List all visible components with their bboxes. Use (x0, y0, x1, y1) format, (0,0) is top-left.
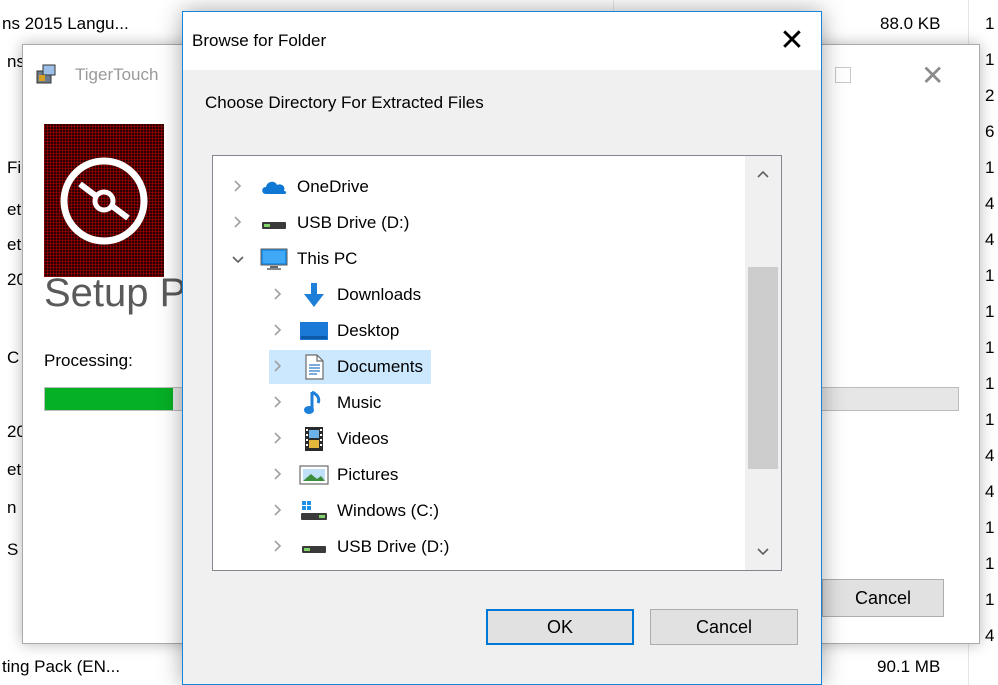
tree-item-label: Desktop (337, 321, 400, 340)
background-digit: 4 (985, 626, 995, 645)
chevron-right-icon[interactable] (269, 431, 287, 447)
background-digit: 1 (985, 302, 995, 321)
usb-drive-icon (299, 535, 329, 559)
music-icon (299, 390, 329, 415)
file-name-bottom: ting Pack (EN... (2, 657, 121, 676)
setup-window-title: TigerTouch (75, 65, 159, 84)
background-digit: 1 (985, 338, 995, 357)
chevron-right-icon[interactable] (269, 395, 287, 411)
this-pc-icon (259, 247, 289, 271)
tree-item-label: USB Drive (D:) (337, 537, 450, 556)
onedrive-icon (259, 175, 289, 199)
tree-item-label: Pictures (337, 465, 399, 484)
vertical-scrollbar[interactable] (745, 156, 781, 570)
background-digit: 6 (985, 122, 995, 141)
background-digit: 1 (985, 374, 995, 393)
tree-item-label: Windows (C:) (337, 501, 440, 520)
tree-item[interactable]: Music (269, 386, 389, 420)
browse-for-folder-dialog: Browse for Folder ✕ Choose Directory For… (182, 11, 822, 685)
close-icon[interactable]: ✕ (773, 22, 811, 60)
background-digit: 1 (985, 158, 995, 177)
file-name-top: ns 2015 Langu... (2, 14, 129, 33)
chevron-right-icon[interactable] (269, 467, 287, 483)
ok-button[interactable]: OK (486, 609, 634, 645)
tree-item-label: This PC (297, 249, 358, 268)
disc-icon (60, 157, 148, 245)
background-digit: 2 (985, 86, 995, 105)
documents-icon (299, 354, 329, 380)
file-size-top: 88.0 KB (880, 14, 941, 33)
tree-item[interactable]: Videos (269, 422, 397, 456)
chevron-right-icon[interactable] (269, 323, 287, 339)
tree-item[interactable]: OneDrive (229, 170, 377, 204)
background-text-fragment: et (7, 200, 22, 219)
background-text-fragment: et (7, 235, 22, 254)
tree-item-label: USB Drive (D:) (297, 213, 410, 232)
background-digit: 4 (985, 482, 995, 501)
maximize-icon[interactable] (835, 67, 851, 83)
tree-item-label: Documents (337, 357, 423, 376)
background-digit: 4 (985, 194, 995, 213)
background-digit: 1 (985, 410, 995, 429)
desktop-icon (299, 319, 329, 343)
chevron-right-icon[interactable] (269, 503, 287, 519)
cancel-button[interactable]: Cancel (650, 609, 798, 645)
progress-bar-fill (45, 388, 173, 410)
dialog-prompt: Choose Directory For Extracted Files (205, 93, 484, 112)
pictures-icon (299, 463, 329, 487)
close-icon[interactable]: ✕ (921, 59, 944, 92)
tree-item[interactable]: USB Drive (D:) (269, 530, 457, 564)
scroll-down-arrow-icon[interactable] (745, 534, 781, 570)
scroll-up-arrow-icon[interactable] (745, 156, 781, 192)
tree-item[interactable]: Downloads (269, 278, 429, 312)
setup-cancel-button[interactable]: Cancel (822, 579, 944, 617)
background-digit: 4 (985, 446, 995, 465)
background-digit: 1 (985, 518, 995, 537)
tree-item[interactable]: Pictures (269, 458, 406, 492)
background-text-fragment: S (7, 540, 19, 559)
background-text-fragment: et (7, 460, 22, 479)
windows-drive-icon (299, 499, 329, 523)
dialog-title: Browse for Folder (192, 31, 327, 50)
usb-drive-icon (259, 211, 289, 235)
tree-item[interactable]: Documents (269, 350, 431, 384)
downloads-icon (299, 283, 329, 307)
tree-item[interactable]: USB Drive (D:) (229, 206, 417, 240)
folder-tree[interactable]: OneDrive USB Drive (D:) This PC Downloads De… (212, 155, 782, 571)
background-text-fragment: Fi (7, 158, 22, 177)
tree-item[interactable]: Windows (C:) (269, 494, 447, 528)
chevron-right-icon[interactable] (229, 179, 247, 195)
setup-heading: Setup P (44, 271, 187, 315)
dialog-titlebar: Browse for Folder ✕ (183, 12, 821, 70)
chevron-down-icon[interactable] (229, 251, 247, 267)
tree-item-label: OneDrive (297, 177, 369, 196)
chevron-right-icon[interactable] (269, 359, 287, 375)
chevron-right-icon[interactable] (269, 287, 287, 303)
tree-item[interactable]: Desktop (269, 314, 407, 348)
tree-item-label: Downloads (337, 285, 422, 304)
background-digit: 1 (985, 266, 995, 285)
tree-item-label: Videos (337, 429, 389, 448)
background-digit: 1 (985, 14, 995, 33)
videos-icon (299, 427, 329, 451)
background-digit: 1 (985, 554, 995, 573)
chevron-right-icon[interactable] (229, 215, 247, 231)
scrollbar-thumb[interactable] (748, 267, 778, 469)
chevron-right-icon[interactable] (269, 539, 287, 555)
background-digit: 1 (985, 50, 995, 69)
setup-banner-image (44, 124, 164, 277)
installer-icon (36, 64, 56, 84)
background-text-fragment: C (7, 348, 20, 367)
tree-item[interactable]: This PC (229, 242, 365, 276)
background-text-fragment: n (7, 498, 17, 517)
background-digit: 1 (985, 590, 995, 609)
tree-item-label: Music (337, 393, 382, 412)
background-digit: 4 (985, 230, 995, 249)
processing-label: Processing: (44, 351, 133, 370)
file-size-bottom: 90.1 MB (877, 657, 941, 676)
